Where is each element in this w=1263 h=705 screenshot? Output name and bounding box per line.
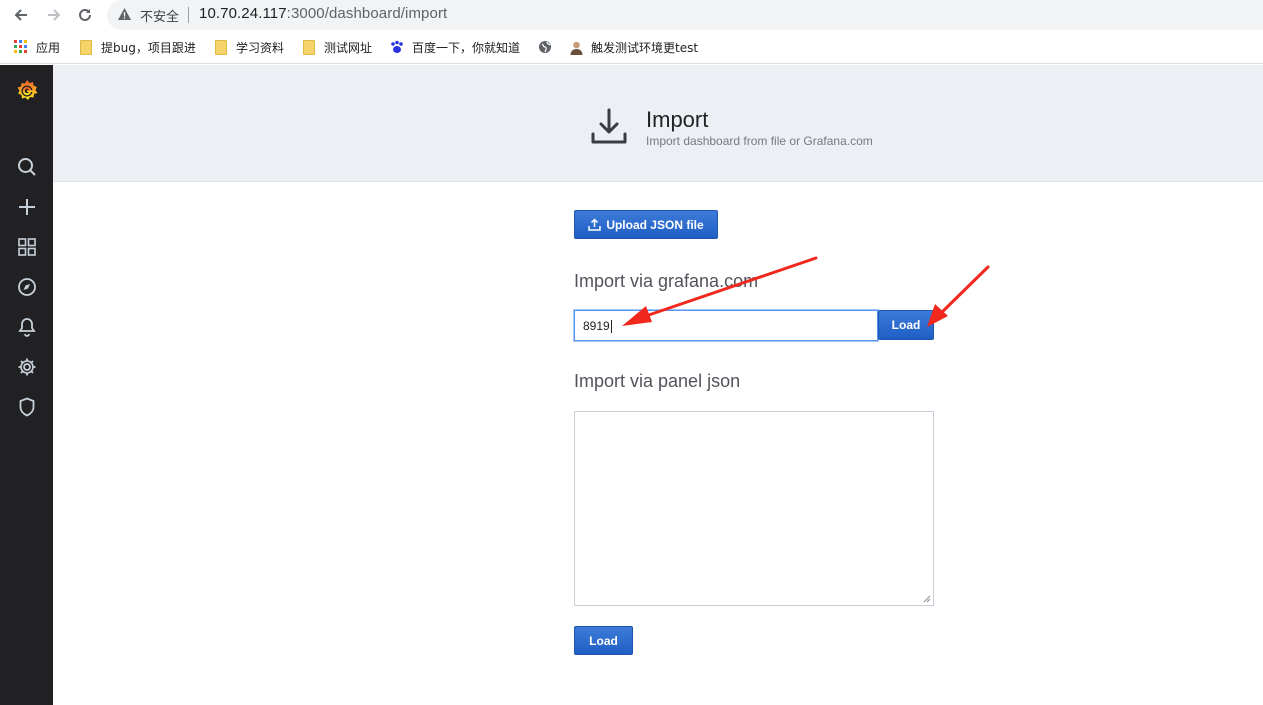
bookmark-label: 学习资料	[236, 40, 285, 55]
url-text[interactable]: 10.70.24.117:3000/dashboard/import	[199, 5, 447, 22]
upload-icon	[588, 218, 602, 231]
bookmark-folder-test-sites[interactable]: 测试网址	[301, 38, 372, 56]
bookmark-label: 提bug，项目跟进	[101, 40, 196, 55]
panel-json-load-label: Load	[589, 633, 618, 648]
bookmark-baidu[interactable]: 百度一下，你就知道	[389, 38, 520, 56]
url-host: 10.70.24.117	[199, 5, 287, 22]
bookmark-label: 百度一下，你就知道	[412, 40, 521, 55]
back-arrow-icon	[14, 9, 27, 21]
bell-icon	[18, 318, 36, 337]
text-caret	[610, 320, 612, 334]
browser-toolbar: 不安全 10.70.24.117:3000/dashboard/import	[0, 0, 1263, 30]
bookmark-label: 触发测试环境更test	[591, 40, 699, 55]
bookmark-folder-bug[interactable]: 提bug，项目跟进	[78, 38, 196, 56]
import-form: Upload JSON file Import via grafana.com …	[53, 182, 1263, 705]
panel-json-textarea[interactable]	[574, 411, 934, 606]
create-button[interactable]	[16, 196, 38, 218]
folder-icon	[301, 39, 317, 55]
grafana-load-button[interactable]: Load	[878, 310, 934, 340]
apps-grid-icon	[13, 39, 29, 55]
panel-json-load-button[interactable]: Load	[574, 626, 633, 655]
grafana-logo[interactable]	[14, 78, 40, 104]
bookmark-trigger-test-env[interactable]: 触发测试环境更test	[568, 38, 698, 56]
bookmark-label: 应用	[36, 40, 61, 55]
forward-arrow-icon	[48, 9, 61, 21]
configuration-button[interactable]	[16, 356, 38, 378]
grafana-logo-icon	[17, 80, 38, 100]
import-via-panel-json-title: Import via panel json	[574, 371, 741, 391]
search-button[interactable]	[16, 156, 38, 178]
alerting-button[interactable]	[16, 316, 38, 338]
compass-icon	[18, 278, 36, 296]
grafana-dashboard-id-value: 8919	[583, 319, 610, 333]
baidu-paw-icon	[389, 39, 405, 55]
bookmark-label: 测试网址	[324, 40, 373, 55]
address-separator	[188, 7, 189, 23]
upload-json-file-button[interactable]: Upload JSON file	[574, 210, 718, 239]
gear-icon	[18, 358, 36, 376]
dashboards-button[interactable]	[16, 236, 38, 258]
bookmark-apps[interactable]: 应用	[13, 38, 60, 56]
page-title: Import	[646, 107, 709, 132]
resize-grip-icon[interactable]	[923, 595, 931, 603]
shield-icon	[19, 397, 35, 417]
globe-icon	[537, 39, 553, 55]
import-download-icon	[591, 108, 627, 144]
page-header: Import Import dashboard from file or Gra…	[53, 65, 1263, 182]
url-path: :3000/dashboard/import	[286, 5, 448, 22]
dashboards-grid-icon	[18, 238, 36, 256]
back-button[interactable]	[10, 4, 32, 26]
grafana-load-label: Load	[891, 318, 921, 332]
bookmark-folder-study[interactable]: 学习资料	[213, 38, 284, 56]
grafana-sidebar	[0, 65, 53, 705]
bookmark-globe[interactable]	[537, 38, 560, 56]
security-status-label[interactable]: 不安全	[140, 6, 179, 25]
reload-button[interactable]	[74, 4, 96, 26]
address-bar[interactable]: 不安全 10.70.24.117:3000/dashboard/import	[107, 0, 1263, 30]
plus-icon	[19, 199, 35, 215]
server-admin-button[interactable]	[16, 396, 38, 418]
upload-json-file-label: Upload JSON file	[606, 217, 704, 232]
page-subtitle: Import dashboard from file or Grafana.co…	[646, 134, 873, 148]
bookmarks-bar: 应用 提bug，项目跟进 学习资料 测试网址 百度一下，你就知道 触发测试环境更…	[0, 30, 1263, 64]
reload-icon	[79, 8, 91, 21]
search-icon	[18, 158, 36, 176]
folder-icon	[78, 39, 94, 55]
folder-icon	[213, 39, 229, 55]
import-via-grafana-title: Import via grafana.com	[574, 271, 759, 291]
grafana-dashboard-id-input[interactable]: 8919	[574, 310, 878, 341]
avatar-icon	[568, 39, 584, 55]
forward-button[interactable]	[43, 4, 65, 26]
explore-button[interactable]	[16, 276, 38, 298]
warning-triangle-icon[interactable]	[117, 7, 132, 21]
